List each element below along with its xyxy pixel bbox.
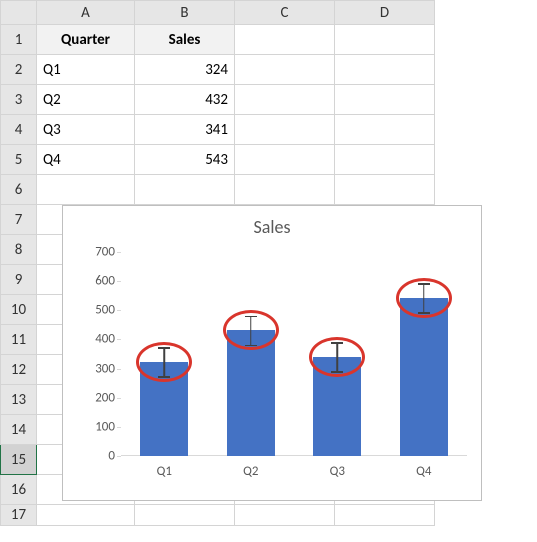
cell-B4[interactable]: 341 (135, 115, 235, 145)
row-header-4[interactable]: 4 (1, 115, 37, 145)
x-category-label: Q4 (394, 464, 454, 479)
chart-plot-area[interactable]: 0100200300400500600700Q1Q2Q3Q4 (121, 252, 467, 456)
y-tick (117, 456, 121, 457)
y-tick-label: 400 (75, 332, 115, 347)
cell-C17[interactable] (235, 505, 335, 526)
y-tick-label: 700 (75, 245, 115, 260)
row-header-16[interactable]: 16 (1, 475, 37, 505)
cell-B5[interactable]: 543 (135, 145, 235, 175)
cell-D6[interactable] (335, 175, 435, 205)
y-tick-label: 300 (75, 361, 115, 376)
row-header-10[interactable]: 10 (1, 295, 37, 325)
cell-A3[interactable]: Q2 (37, 85, 135, 115)
row-header-8[interactable]: 8 (1, 235, 37, 265)
col-header-C[interactable]: C (235, 1, 335, 25)
annotation-ellipse (223, 310, 279, 350)
annotation-ellipse (396, 278, 452, 318)
row-header-15[interactable]: 15 (1, 445, 37, 475)
cell-C1[interactable] (235, 25, 335, 55)
row-header-9[interactable]: 9 (1, 265, 37, 295)
cell-A5[interactable]: Q4 (37, 145, 135, 175)
row-header-3[interactable]: 3 (1, 85, 37, 115)
row-header-2[interactable]: 2 (1, 55, 37, 85)
cell-C3[interactable] (235, 85, 335, 115)
x-category-label: Q3 (307, 464, 367, 479)
cell-B1[interactable]: Sales (135, 25, 235, 55)
row-header-11[interactable]: 11 (1, 325, 37, 355)
cell-D17[interactable] (335, 505, 435, 526)
y-tick (117, 252, 121, 253)
cell-D3[interactable] (335, 85, 435, 115)
cell-B17[interactable] (135, 505, 235, 526)
row-header-6[interactable]: 6 (1, 175, 37, 205)
row-header-12[interactable]: 12 (1, 355, 37, 385)
y-tick (117, 310, 121, 311)
col-header-B[interactable]: B (135, 1, 235, 25)
y-tick-label: 500 (75, 303, 115, 318)
y-tick-label: 600 (75, 274, 115, 289)
row-header-14[interactable]: 14 (1, 415, 37, 445)
y-tick (117, 281, 121, 282)
y-tick (117, 398, 121, 399)
cell-A1[interactable]: Quarter (37, 25, 135, 55)
cell-C2[interactable] (235, 55, 335, 85)
embedded-chart[interactable]: Sales 0100200300400500600700Q1Q2Q3Q4 (62, 205, 482, 501)
col-header-A[interactable]: A (37, 1, 135, 25)
annotation-ellipse (309, 337, 365, 377)
row-header-13[interactable]: 13 (1, 385, 37, 415)
cell-C5[interactable] (235, 145, 335, 175)
cell-B2[interactable]: 324 (135, 55, 235, 85)
cell-A2[interactable]: Q1 (37, 55, 135, 85)
select-all-corner[interactable] (1, 1, 37, 25)
row-header-1[interactable]: 1 (1, 25, 37, 55)
annotation-ellipse (136, 342, 192, 382)
y-tick-label: 200 (75, 390, 115, 405)
chart-bar[interactable] (400, 298, 448, 456)
x-category-label: Q2 (221, 464, 281, 479)
y-tick (117, 339, 121, 340)
cell-C6[interactable] (235, 175, 335, 205)
cell-A6[interactable] (37, 175, 135, 205)
y-tick (117, 369, 121, 370)
row-header-5[interactable]: 5 (1, 145, 37, 175)
cell-A4[interactable]: Q3 (37, 115, 135, 145)
y-tick (117, 427, 121, 428)
y-tick-label: 100 (75, 419, 115, 434)
row-header-17[interactable]: 17 (1, 505, 37, 526)
cell-C4[interactable] (235, 115, 335, 145)
cell-D5[interactable] (335, 145, 435, 175)
cell-B3[interactable]: 432 (135, 85, 235, 115)
y-tick-label: 0 (75, 449, 115, 464)
cell-D1[interactable] (335, 25, 435, 55)
cell-D2[interactable] (335, 55, 435, 85)
cell-D4[interactable] (335, 115, 435, 145)
cell-B6[interactable] (135, 175, 235, 205)
cell-A17[interactable] (37, 505, 135, 526)
col-header-D[interactable]: D (335, 1, 435, 25)
row-header-7[interactable]: 7 (1, 205, 37, 235)
chart-title[interactable]: Sales (63, 216, 481, 238)
x-category-label: Q1 (134, 464, 194, 479)
